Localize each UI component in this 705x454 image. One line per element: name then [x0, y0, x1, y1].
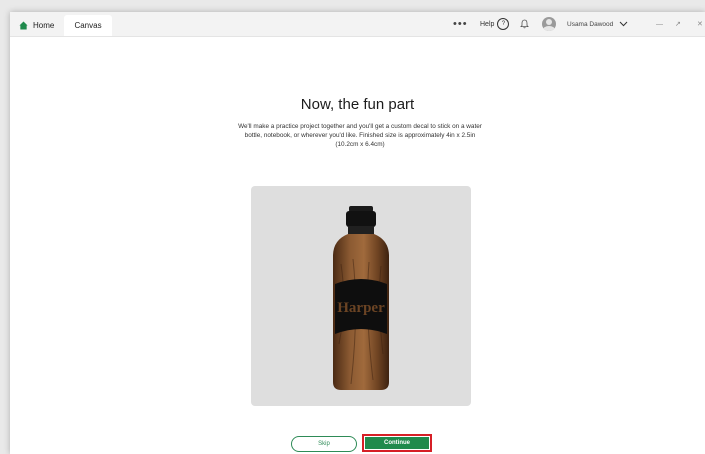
skip-label: Skip — [318, 441, 330, 447]
minimize-button[interactable]: — — [656, 12, 663, 36]
page-title: Now, the fun part — [300, 96, 415, 113]
chevron-down-icon — [619, 21, 628, 27]
maximize-button[interactable]: ↗ — [675, 12, 681, 36]
notifications-button[interactable] — [520, 12, 529, 36]
tab-canvas-label: Canvas — [74, 21, 102, 30]
more-icon: ••• — [453, 18, 468, 30]
user-menu-dropdown[interactable] — [619, 12, 628, 36]
app-window: Home Canvas ••• Help ? Usama Dawood — ↗ … — [10, 12, 705, 454]
continue-button[interactable]: Continue — [365, 437, 429, 449]
project-preview-image: Harper — [251, 186, 471, 406]
user-name[interactable]: Usama Dawood — [567, 12, 613, 36]
help-label: Help — [480, 20, 495, 28]
bell-icon — [520, 19, 529, 29]
home-icon — [19, 21, 28, 30]
help-button[interactable]: Help ? — [480, 12, 510, 36]
continue-highlight: Continue — [362, 434, 432, 452]
more-options-button[interactable]: ••• — [453, 12, 468, 36]
title-bar: Home Canvas ••• Help ? Usama Dawood — ↗ … — [10, 12, 705, 37]
water-bottle-image: Harper — [333, 206, 389, 390]
decal-text: Harper — [337, 300, 385, 316]
continue-label: Continue — [384, 440, 410, 446]
tab-home-label: Home — [33, 21, 55, 30]
account-menu[interactable] — [542, 12, 556, 36]
close-button[interactable]: ✕ — [697, 12, 703, 36]
tab-canvas[interactable]: Canvas — [64, 15, 112, 36]
help-icon: ? — [497, 18, 510, 30]
avatar — [542, 17, 556, 31]
skip-button[interactable]: Skip — [291, 436, 357, 452]
tab-home[interactable]: Home — [14, 15, 67, 36]
page-description: We'll make a practice project together a… — [238, 123, 482, 148]
